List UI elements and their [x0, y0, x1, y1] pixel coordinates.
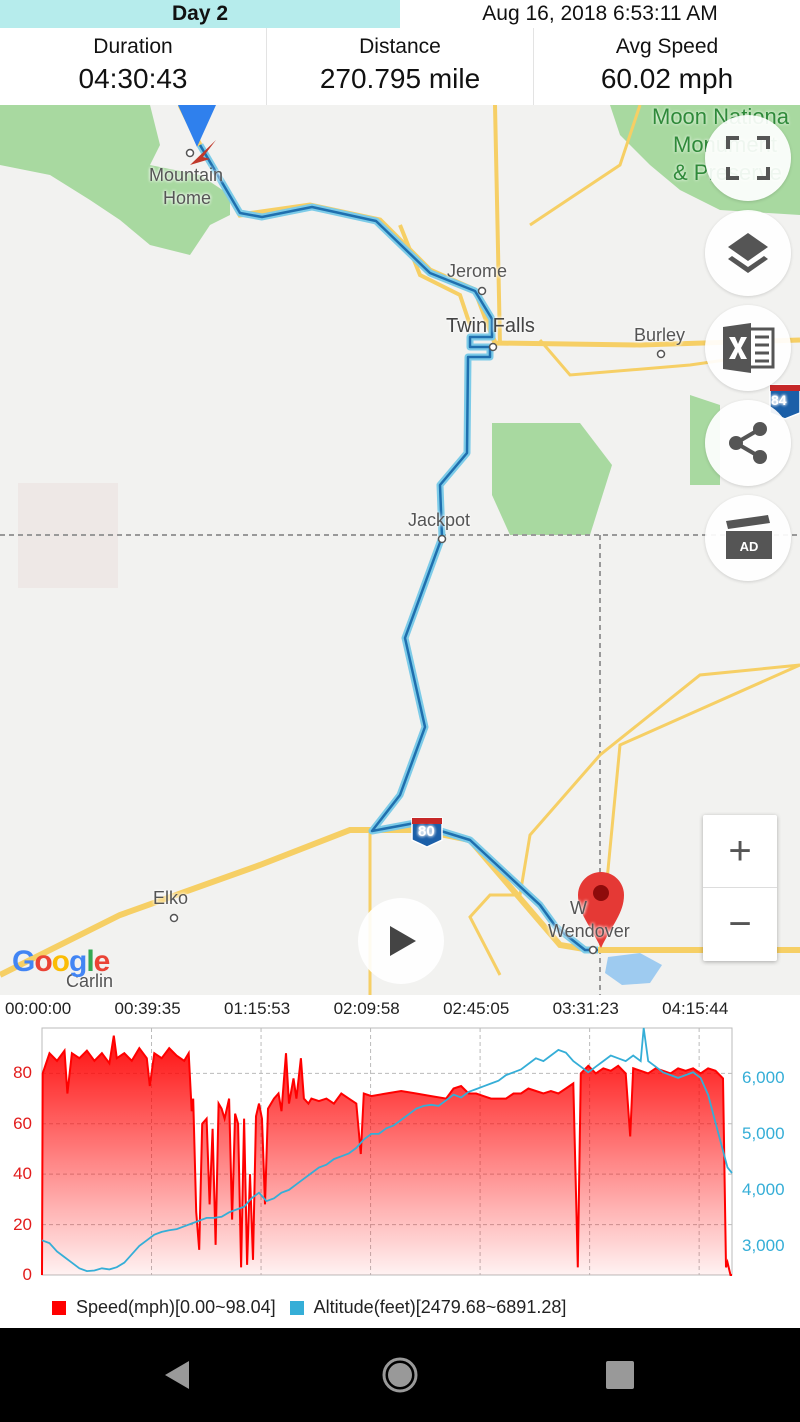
- excel-icon: [723, 323, 775, 373]
- shield-label: 84: [771, 392, 787, 408]
- chart-legend: Speed(mph)[0.00~98.04] Altitude(feet)[24…: [52, 1297, 566, 1318]
- start-marker: [178, 105, 216, 147]
- play-button[interactable]: [358, 898, 444, 984]
- stat-label: Avg Speed: [615, 35, 719, 58]
- trip-stats: Duration 04:30:43 Distance 270.795 mile …: [0, 28, 800, 106]
- recents-button[interactable]: [570, 1328, 670, 1422]
- legend-swatch-altitude: [289, 1300, 304, 1315]
- zoom-in-button[interactable]: +: [703, 815, 777, 888]
- place-label: Mountain: [149, 165, 224, 185]
- system-nav-bar: [0, 1328, 800, 1422]
- layers-icon: [728, 233, 768, 273]
- route-map[interactable]: 84 80 Mountain Home Jerome Twin Falls Bu…: [0, 105, 800, 995]
- fullscreen-button[interactable]: [705, 115, 791, 201]
- place-label: Twin Falls: [446, 315, 535, 337]
- fullscreen-icon: [726, 136, 770, 180]
- lake: [605, 953, 662, 985]
- town-dot: [477, 286, 487, 296]
- share-button[interactable]: [705, 400, 791, 486]
- speed-altitude-chart: 00:00:00 00:39:35 01:15:53 02:09:58 02:45:05…: [0, 995, 800, 1328]
- trip-route: [196, 143, 598, 954]
- chart-plot: [41, 1027, 733, 1276]
- map-canvas: [0, 105, 800, 995]
- town-dot: [656, 349, 666, 359]
- place-label: W: [570, 898, 587, 918]
- zoom-out-button[interactable]: −: [703, 888, 777, 960]
- top-bar: Day 2 Aug 16, 2018 6:53:11 AM: [0, 0, 800, 28]
- share-icon: [729, 422, 767, 464]
- ad-video-button[interactable]: AD: [705, 495, 791, 581]
- back-button[interactable]: [126, 1328, 226, 1422]
- home-button[interactable]: [350, 1328, 450, 1422]
- speed-series-area: [42, 1035, 732, 1275]
- google-logo: Google: [12, 945, 110, 978]
- town-dot: [169, 913, 179, 923]
- export-excel-button[interactable]: [705, 305, 791, 391]
- ad-icon: AD: [726, 515, 772, 559]
- stat-avg-speed: Avg Speed 60.02 mph: [534, 28, 800, 105]
- legend-swatch-speed: [52, 1300, 66, 1315]
- place-label: Jackpot: [408, 510, 471, 530]
- shield-label: 80: [418, 823, 435, 840]
- stat-duration: Duration 04:30:43: [0, 28, 267, 105]
- place-label: Wendover: [548, 921, 630, 941]
- place-label: Jerome: [447, 261, 508, 281]
- stat-label: Distance: [359, 35, 441, 58]
- town-dot: [588, 945, 598, 955]
- town-dot: [437, 534, 447, 544]
- place-label: Home: [163, 188, 212, 208]
- back-icon: [165, 1361, 189, 1389]
- legend-altitude: Altitude(feet)[2479.68~6891.28]: [313, 1297, 567, 1317]
- home-icon: [382, 1357, 418, 1393]
- layers-button[interactable]: [705, 210, 791, 296]
- place-label: Elko: [153, 888, 189, 908]
- highway: [493, 105, 502, 346]
- svg-text:AD: AD: [740, 539, 759, 554]
- recents-icon: [606, 1361, 634, 1389]
- town-dot: [185, 148, 195, 158]
- stat-value: 60.02 mph: [600, 63, 734, 94]
- town-dot: [488, 342, 498, 352]
- stat-value: 04:30:43: [78, 63, 188, 94]
- stat-distance: Distance 270.795 mile: [267, 28, 534, 105]
- play-icon: [390, 926, 416, 956]
- stat-value: 270.795 mile: [319, 63, 481, 94]
- zoom-controls: + −: [703, 815, 777, 961]
- trip-datetime: Aug 16, 2018 6:53:11 AM: [482, 2, 718, 25]
- place-label: Burley: [634, 325, 686, 345]
- day-tab[interactable]: Day 2: [0, 0, 400, 28]
- legend-speed: Speed(mph)[0.00~98.04]: [76, 1297, 276, 1317]
- stat-label: Duration: [93, 35, 173, 58]
- park-area: [492, 423, 612, 535]
